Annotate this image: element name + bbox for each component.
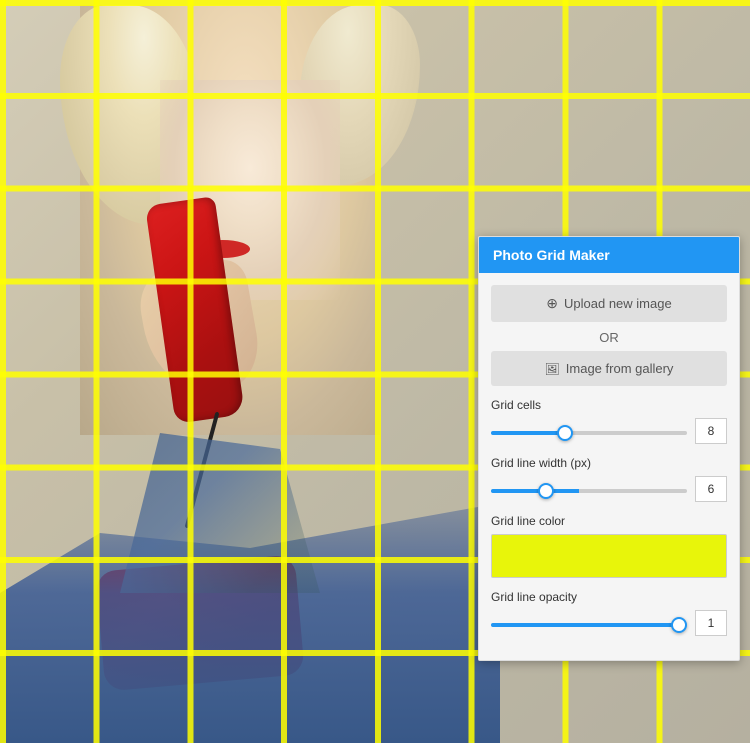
panel-title: Photo Grid Maker [493,247,610,263]
upload-icon [546,295,558,312]
grid-line-opacity-slider[interactable] [491,623,687,627]
grid-line-opacity-row: 1 [491,610,727,636]
grid-cells-row: 8 [491,418,727,444]
grid-cells-slider-container [491,422,687,440]
panel-body: Upload new image OR Image from gallery G… [479,273,739,660]
or-divider: OR [491,330,727,345]
grid-cells-slider[interactable] [491,431,687,435]
upload-button[interactable]: Upload new image [491,285,727,322]
grid-cells-value: 8 [695,418,727,444]
grid-line-opacity-slider-container [491,614,687,632]
grid-line-opacity-label: Grid line opacity [491,590,727,604]
grid-cells-label: Grid cells [491,398,727,412]
panel: Photo Grid Maker Upload new image OR Ima… [478,236,740,661]
grid-line-width-row: 6 [491,476,727,502]
upload-label: Upload new image [564,296,672,311]
grid-line-width-value: 6 [695,476,727,502]
panel-header: Photo Grid Maker [479,237,739,273]
canvas-area: Photo Grid Maker Upload new image OR Ima… [0,0,750,743]
grid-line-width-label: Grid line width (px) [491,456,727,470]
grid-line-opacity-value: 1 [695,610,727,636]
grid-line-color-swatch[interactable] [491,534,727,578]
gallery-icon [545,361,560,376]
grid-line-color-label: Grid line color [491,514,727,528]
grid-line-width-slider-container [491,480,687,498]
gallery-label: Image from gallery [566,361,674,376]
grid-line-width-slider[interactable] [491,489,687,493]
gallery-button[interactable]: Image from gallery [491,351,727,386]
